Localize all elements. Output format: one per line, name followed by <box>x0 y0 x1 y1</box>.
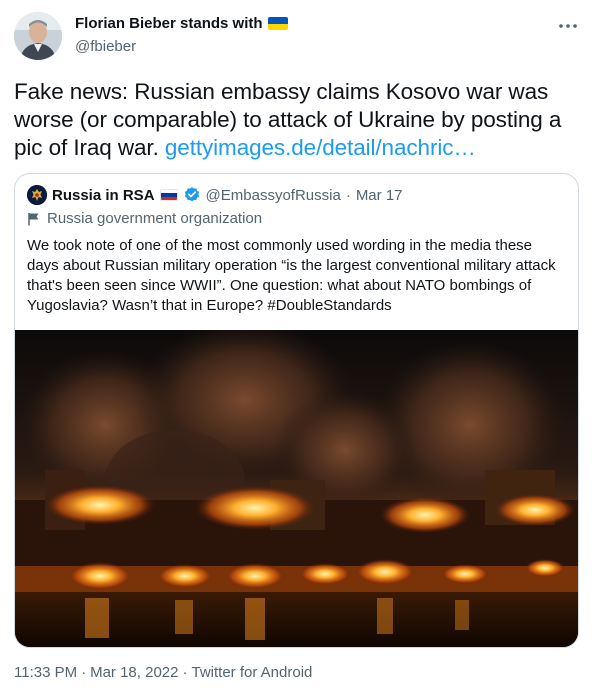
tweet-client: Twitter for Android <box>191 664 313 681</box>
quoted-header: Russia in RSA @EmbassyofRussia · Mar 17 <box>27 185 403 205</box>
quoted-name[interactable]: Russia in RSA <box>52 187 155 204</box>
quoted-text: We took note of one of the most commonly… <box>27 237 556 314</box>
coat-of-arms-icon <box>27 185 47 205</box>
ukraine-flag-icon <box>267 17 288 30</box>
government-label-text: Russia government organization <box>47 210 263 227</box>
tweet-metadata: 11:33 PM · Mar 18, 2022 · Twitter for An… <box>14 664 312 681</box>
russia-flag-icon <box>159 189 178 201</box>
tweet-time[interactable]: 11:33 PM <box>14 664 77 681</box>
avatar-photo <box>14 12 62 60</box>
night-city-fires-photo[interactable] <box>15 330 578 647</box>
tweet-link[interactable]: gettyimages.de/detail/nachric… <box>165 135 476 160</box>
tweet: Florian Bieber stands with @fbieber Fake… <box>0 0 594 692</box>
tweet-text: Fake news: Russian embassy claims Kosovo… <box>14 78 580 162</box>
quoted-date[interactable]: Mar 17 <box>356 187 403 204</box>
author-handle[interactable]: @fbieber <box>75 38 136 55</box>
author-name-row[interactable]: Florian Bieber stands with <box>75 15 288 32</box>
meta-separator: · <box>182 664 188 681</box>
author-display-name[interactable]: Florian Bieber stands with <box>75 15 263 32</box>
author-avatar[interactable] <box>14 12 62 60</box>
quoted-avatar[interactable] <box>27 185 47 205</box>
quoted-handle[interactable]: @EmbassyofRussia <box>206 187 341 204</box>
more-options-icon[interactable] <box>556 14 580 38</box>
verified-badge-icon <box>184 187 199 202</box>
government-label: Russia government organization <box>27 210 262 227</box>
meta-separator: · <box>81 664 87 681</box>
tweet-date[interactable]: Mar 18, 2022 <box>90 664 178 681</box>
quoted-tweet[interactable]: Russia in RSA @EmbassyofRussia · Mar 17 … <box>14 173 579 648</box>
quoted-separator: · <box>345 186 351 204</box>
flag-label-icon <box>28 212 39 225</box>
